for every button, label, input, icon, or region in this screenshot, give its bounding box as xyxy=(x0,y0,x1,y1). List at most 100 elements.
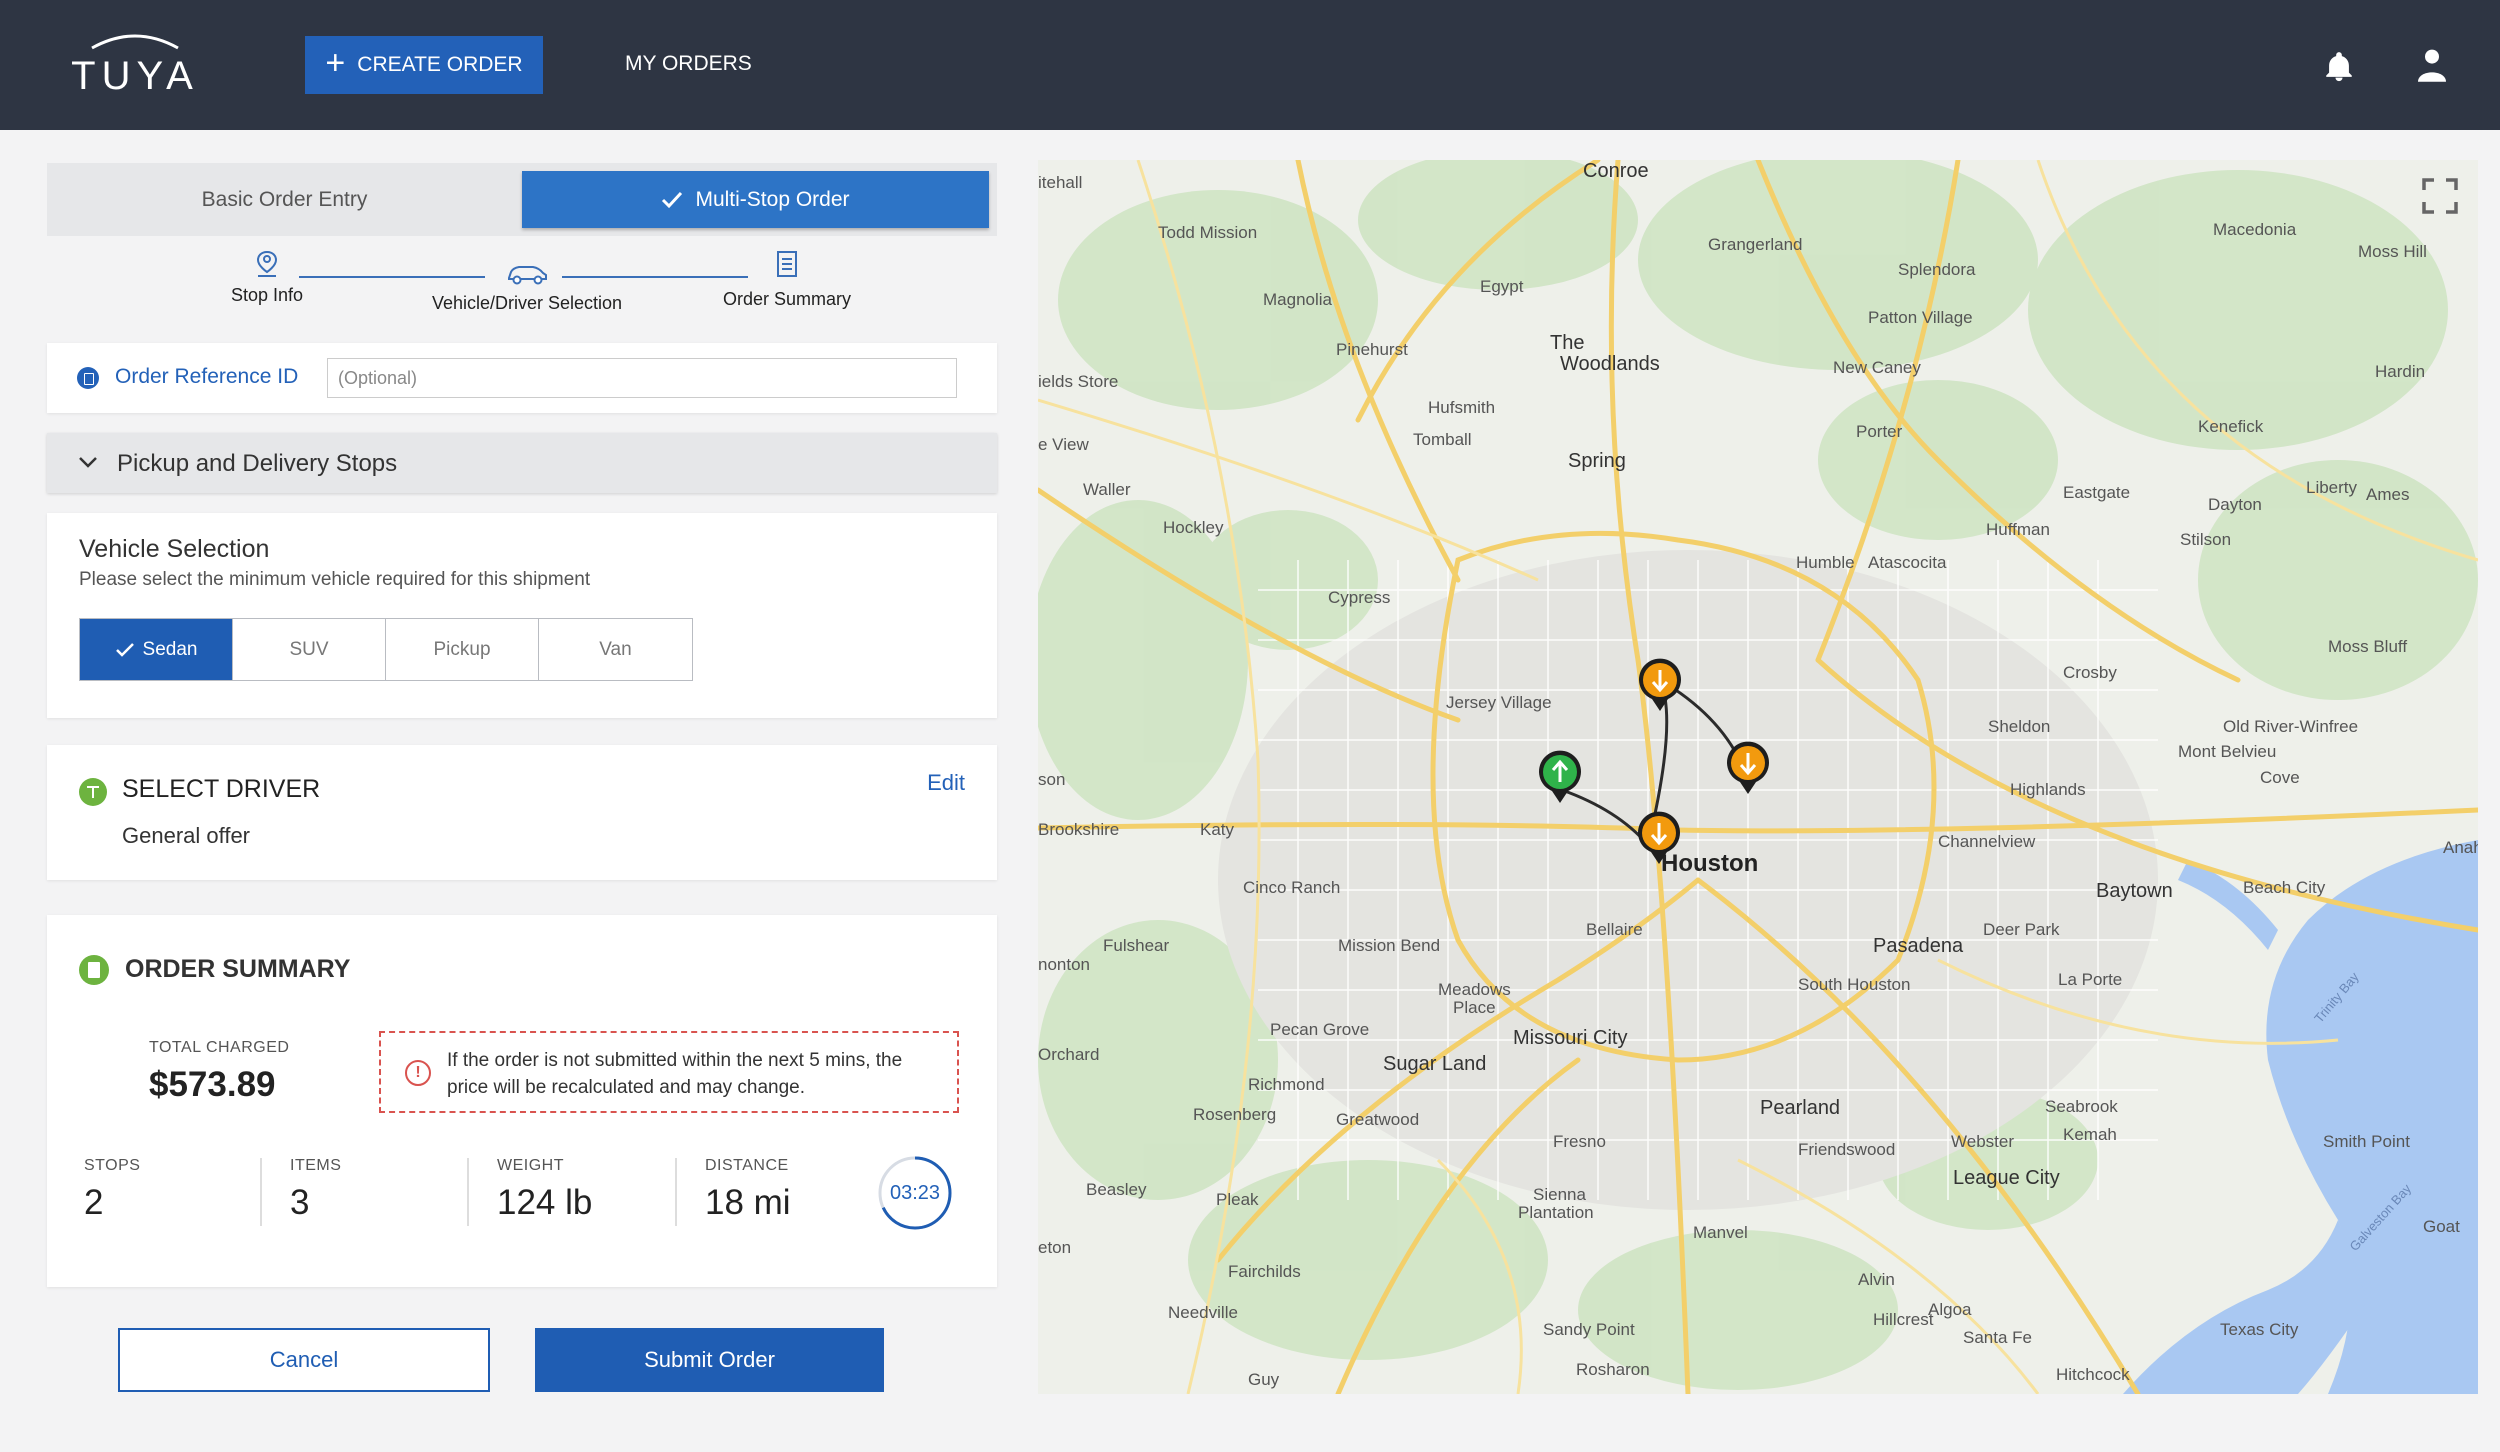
user-icon[interactable] xyxy=(2418,48,2446,82)
map-label: Dayton xyxy=(2208,495,2262,514)
delivery-pin-icon[interactable] xyxy=(1637,657,1683,713)
map-label: Eastgate xyxy=(2063,483,2131,502)
map-label: Sandy Point xyxy=(1543,1320,1635,1339)
my-orders-link[interactable]: MY ORDERS xyxy=(625,52,752,76)
pickup-pin-icon[interactable] xyxy=(1537,749,1583,805)
pickup-delivery-stops-header[interactable]: Pickup and Delivery Stops xyxy=(47,433,997,493)
tab-basic-order-entry[interactable]: Basic Order Entry xyxy=(47,163,522,236)
map-label: Hillcrest xyxy=(1873,1310,1934,1329)
delivery-pin-icon[interactable] xyxy=(1636,810,1682,866)
map-label: Orchard xyxy=(1038,1045,1100,1064)
order-summary-card: ORDER SUMMARY TOTAL CHARGED $573.89 ! If… xyxy=(47,915,997,1287)
map-label: Spring xyxy=(1568,450,1626,472)
create-order-button[interactable]: + CREATE ORDER xyxy=(305,36,543,94)
tuya-logo[interactable]: TUYA xyxy=(60,30,210,100)
map-label: nonton xyxy=(1038,955,1090,974)
map-label: The xyxy=(1550,332,1585,354)
stat-label: STOPS xyxy=(84,1157,141,1174)
submit-order-button[interactable]: Submit Order xyxy=(535,1328,884,1392)
map-label: Greatwood xyxy=(1336,1110,1420,1129)
order-reference-input[interactable] xyxy=(327,358,957,398)
map-label: Hitchcock xyxy=(2056,1365,2130,1384)
map-label: La Porte xyxy=(2058,970,2123,989)
map-label: e View xyxy=(1038,435,1089,454)
map-label: Rosenberg xyxy=(1193,1105,1277,1124)
map-label: Atascocita xyxy=(1868,553,1947,572)
delivery-pin-icon[interactable] xyxy=(1725,740,1771,796)
cancel-button[interactable]: Cancel xyxy=(118,1328,490,1392)
map-label: Richmond xyxy=(1248,1075,1325,1094)
order-stepper: Stop Info Vehicle/Driver Selection Order… xyxy=(47,250,997,330)
tab-multi-stop-order[interactable]: Multi-Stop Order xyxy=(522,171,989,228)
vehicle-selection-subtitle: Please select the minimum vehicle requir… xyxy=(79,569,591,590)
map-label: Smith Point xyxy=(2323,1132,2410,1151)
map-label: Algoa xyxy=(1928,1300,1972,1319)
step-stop-info[interactable]: Stop Info xyxy=(217,250,317,306)
map-label: son xyxy=(1038,770,1066,789)
map-label: ields Store xyxy=(1038,372,1119,391)
step-vehicle-driver[interactable]: Vehicle/Driver Selection xyxy=(417,262,637,314)
map-label: Fairchilds xyxy=(1228,1262,1301,1281)
vehicle-option-van[interactable]: Van xyxy=(539,619,692,680)
total-charged-label: TOTAL CHARGED xyxy=(149,1039,290,1056)
map-label: Humble xyxy=(1796,553,1855,572)
stat-divider xyxy=(675,1158,677,1226)
map-label: Texas City xyxy=(2220,1320,2299,1339)
map-label: Jersey Village xyxy=(1446,693,1552,712)
vehicle-option-sedan[interactable]: Sedan xyxy=(80,619,233,680)
map-label: Macedonia xyxy=(2213,220,2297,239)
stat-weight: WEIGHT 124 lb xyxy=(497,1157,592,1223)
map-label: Baytown xyxy=(2096,880,2173,902)
map-label: Beasley xyxy=(1086,1180,1147,1199)
fullscreen-icon[interactable] xyxy=(2420,176,2460,216)
bell-icon[interactable] xyxy=(2322,50,2356,84)
logo-arc-icon xyxy=(91,34,179,50)
step-label: Order Summary xyxy=(722,289,852,309)
map-label: Egypt xyxy=(1480,277,1524,296)
vehicle-option-suv[interactable]: SUV xyxy=(233,619,386,680)
map-label: Pinehurst xyxy=(1336,340,1408,359)
map-label: Needville xyxy=(1168,1303,1238,1322)
map-label: Brookshire xyxy=(1038,820,1120,839)
map-label: eton xyxy=(1038,1238,1072,1257)
map-label: Highlands xyxy=(2010,780,2086,799)
map-label: Manvel xyxy=(1693,1223,1748,1242)
map-label: Porter xyxy=(1856,422,1903,441)
edit-driver-link[interactable]: Edit xyxy=(927,770,965,796)
map-label: Santa Fe xyxy=(1963,1328,2032,1347)
countdown-timer: 03:23 xyxy=(877,1155,953,1231)
order-reference-card: Order Reference ID xyxy=(47,343,997,413)
map-label: Sheldon xyxy=(1988,717,2051,736)
stat-items: ITEMS 3 xyxy=(290,1157,341,1223)
check-icon xyxy=(115,642,134,657)
map-label: Missouri City xyxy=(1513,1027,1628,1049)
vehicle-selection-card: Vehicle Selection Please select the mini… xyxy=(47,513,997,718)
map-label: Anahu xyxy=(2443,838,2478,857)
logo-text: TUYA xyxy=(71,54,199,98)
map-label: Pearland xyxy=(1760,1097,1841,1119)
map-label: New Caney xyxy=(1833,358,1921,377)
step-order-summary[interactable]: Order Summary xyxy=(707,250,867,310)
map-label: Woodlands xyxy=(1560,353,1660,375)
map-label: Beach City xyxy=(2243,878,2326,897)
map-label: Alvin xyxy=(1858,1270,1895,1289)
map-label: Pecan Grove xyxy=(1270,1020,1370,1039)
vehicle-option-pickup[interactable]: Pickup xyxy=(386,619,539,680)
route-map[interactable]: Conroe itehall Todd Mission Grangerland … xyxy=(1038,160,2478,1394)
vehicle-option-label: Sedan xyxy=(142,638,198,660)
map-label: Ames xyxy=(2366,485,2410,504)
map-label: League City xyxy=(1953,1167,2060,1189)
map-label: South Houston xyxy=(1798,975,1911,994)
map-label: Deer Park xyxy=(1983,920,2060,939)
map-label: Grangerland xyxy=(1708,235,1803,254)
step-label: Vehicle/Driver Selection xyxy=(431,293,623,313)
map-label: Pleak xyxy=(1216,1190,1259,1209)
map-label: Seabrook xyxy=(2045,1097,2118,1116)
map-label: Liberty xyxy=(2306,478,2358,497)
map-label: Pasadena xyxy=(1873,935,1964,957)
map-label: itehall xyxy=(1038,173,1083,192)
stat-value: 3 xyxy=(290,1183,310,1222)
map-label: Old River-Winfree xyxy=(2223,717,2359,736)
top-bar: TUYA + CREATE ORDER MY ORDERS xyxy=(0,0,2500,130)
stat-value: 18 mi xyxy=(705,1183,791,1222)
